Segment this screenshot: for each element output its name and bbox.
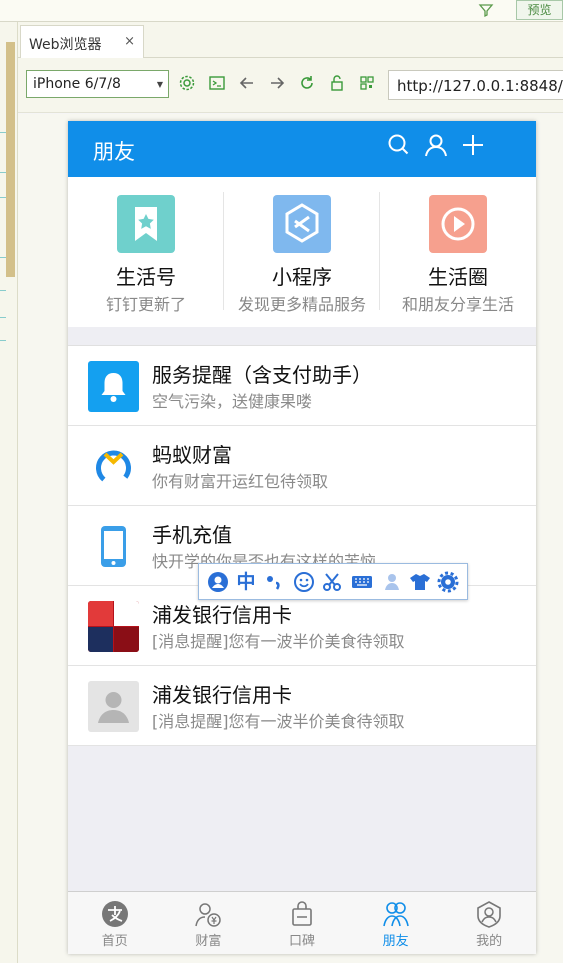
gutter-marker	[0, 317, 6, 318]
device-select[interactable]: iPhone 6/7/8 ▼	[26, 70, 169, 98]
url-input[interactable]: http://127.0.0.1:8848/m	[388, 70, 563, 100]
list-item-title: 服务提醒（含支付助手）	[152, 363, 372, 387]
mini-program-icon	[273, 195, 331, 253]
tab-mine[interactable]: 我的	[442, 892, 536, 954]
preview-button[interactable]: 预览	[516, 0, 563, 20]
add-icon[interactable]	[460, 132, 486, 158]
ime-scissors-icon[interactable]	[321, 571, 343, 593]
browser-toolbar: iPhone 6/7/8 ▼ http://127.0.0.1:8848/m	[18, 58, 563, 113]
tab-home[interactable]: 首页	[68, 892, 162, 954]
list-item-title: 手机充值	[152, 523, 232, 547]
editor-scrollbar[interactable]	[6, 42, 15, 277]
settings-gear-icon[interactable]	[178, 74, 196, 92]
phone-screen: 朋友 生活号 钉钉更新了 小程序 发现更多精品服务 生活圈 和朋友分享生活 服务…	[68, 121, 536, 954]
bottom-tab-bar: 首页 财富 口碑 朋友 我的	[68, 891, 536, 954]
message-list: 服务提醒（含支付助手） 空气污染，送健康果喽 蚂蚁财富 你有财富开运红包待领取 …	[68, 345, 536, 746]
page-title: 朋友	[93, 140, 135, 164]
grid-item-life-circle[interactable]: 生活圈 和朋友分享生活	[380, 177, 536, 327]
ime-user-icon[interactable]	[381, 571, 403, 593]
ant-fortune-icon	[88, 441, 139, 492]
ime-chinese-mode-toggle[interactable]: 中	[235, 571, 257, 593]
grid-item-subtitle: 钉钉更新了	[105, 295, 186, 314]
bell-icon	[88, 361, 139, 412]
browser-tab-bar: Web浏览器 ×	[18, 22, 563, 58]
filter-icon[interactable]	[478, 2, 494, 18]
grid-item-title: 生活号	[116, 265, 176, 289]
list-item-subtitle: [消息提醒]您有一波半价美食待领取	[152, 632, 405, 651]
grid-item-subtitle: 发现更多精品服务	[237, 295, 366, 314]
ime-avatar-icon[interactable]	[207, 571, 229, 593]
list-item[interactable]: 蚂蚁财富 你有财富开运红包待领取	[68, 426, 536, 506]
qrcode-icon[interactable]	[358, 74, 376, 92]
gutter-marker	[0, 132, 6, 133]
app-header: 朋友	[68, 121, 536, 177]
ime-toolbar: 中	[198, 563, 468, 600]
ime-emoji-icon[interactable]	[293, 571, 315, 593]
editor-gutter	[0, 22, 18, 963]
profile-icon	[477, 901, 501, 928]
list-item-title: 浦发银行信用卡	[152, 603, 292, 627]
tab-wealth[interactable]: 财富	[162, 892, 256, 954]
contacts-icon[interactable]	[423, 132, 449, 158]
grid-item-life-account[interactable]: 生活号 钉钉更新了	[68, 177, 224, 327]
list-item-subtitle: [消息提醒]您有一波半价美食待领取	[152, 712, 405, 731]
search-icon[interactable]	[386, 132, 412, 158]
lock-icon[interactable]	[328, 74, 346, 92]
list-item-title: 浦发银行信用卡	[152, 683, 292, 707]
ime-settings-gear-icon[interactable]	[437, 571, 459, 593]
refresh-icon[interactable]	[298, 74, 316, 92]
list-item[interactable]: 浦发银行信用卡 [消息提醒]您有一波半价美食待领取	[68, 666, 536, 746]
tab-label: 口碑	[288, 934, 315, 949]
tab-label: 朋友	[382, 934, 409, 949]
grid-item-mini-programs[interactable]: 小程序 发现更多精品服务	[224, 177, 380, 327]
tab-friends[interactable]: 朋友	[349, 892, 443, 954]
gutter-marker	[0, 340, 6, 341]
gutter-marker	[0, 290, 6, 291]
tab-koubei[interactable]: 口碑	[255, 892, 349, 954]
friends-icon	[382, 902, 409, 927]
ime-keyboard-icon[interactable]	[351, 571, 373, 593]
feature-grid: 生活号 钉钉更新了 小程序 发现更多精品服务 生活圈 和朋友分享生活	[68, 177, 536, 327]
mobile-phone-icon	[88, 521, 139, 572]
back-arrow-icon[interactable]	[238, 74, 256, 92]
tab-label: 财富	[195, 934, 222, 949]
grid-item-subtitle: 和朋友分享生活	[401, 295, 514, 314]
forward-arrow-icon[interactable]	[268, 74, 286, 92]
close-icon[interactable]: ×	[124, 34, 135, 49]
gutter-marker	[0, 172, 6, 173]
alipay-home-icon	[101, 901, 128, 927]
ide-top-bar: 预览	[0, 0, 563, 22]
tab-label: 首页	[101, 934, 128, 949]
tab-title: Web浏览器	[29, 37, 102, 53]
bookmark-star-icon	[117, 195, 175, 253]
list-item[interactable]: 服务提醒（含支付助手） 空气污染，送健康果喽	[68, 346, 536, 426]
list-item-subtitle: 你有财富开运红包待领取	[152, 472, 329, 491]
ime-punctuation-icon[interactable]	[263, 571, 285, 593]
tab-web-browser[interactable]: Web浏览器 ×	[20, 25, 144, 58]
tab-label: 我的	[476, 934, 503, 949]
list-item-title: 蚂蚁财富	[152, 443, 232, 467]
wealth-icon	[195, 903, 222, 927]
shopping-bag-icon	[292, 901, 312, 926]
console-icon[interactable]	[208, 74, 226, 92]
ime-skin-icon[interactable]	[409, 571, 431, 593]
default-avatar-icon	[88, 681, 139, 732]
play-circle-icon	[429, 195, 487, 253]
device-select-value: iPhone 6/7/8	[33, 76, 121, 92]
spdb-logo-icon	[88, 601, 139, 652]
list-item-subtitle: 空气污染，送健康果喽	[152, 392, 313, 411]
grid-item-title: 小程序	[272, 265, 332, 289]
chevron-down-icon: ▼	[156, 80, 163, 89]
gutter-marker	[0, 197, 6, 198]
grid-item-title: 生活圈	[428, 265, 488, 289]
gutter-marker	[0, 257, 6, 258]
